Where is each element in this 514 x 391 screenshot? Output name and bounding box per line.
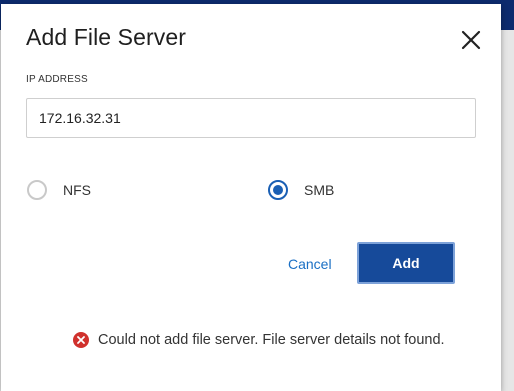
close-icon[interactable] [459, 28, 483, 52]
error-circle-icon [73, 332, 89, 348]
cancel-button[interactable]: Cancel [288, 256, 332, 272]
ip-address-label: IP ADDRESS [26, 74, 88, 85]
radio-nfs-label: NFS [63, 182, 91, 198]
radio-option-nfs[interactable]: NFS [27, 180, 91, 200]
add-file-server-dialog: Add File Server IP ADDRESS NFS SMB Cance… [1, 4, 501, 391]
ip-address-input[interactable] [26, 98, 476, 138]
radio-smb-indicator[interactable] [268, 180, 288, 200]
add-button[interactable]: Add [357, 242, 455, 284]
error-text: Could not add file server. File server d… [98, 332, 445, 348]
radio-smb-label: SMB [304, 182, 335, 198]
error-message: Could not add file server. File server d… [73, 332, 445, 348]
radio-option-smb[interactable]: SMB [268, 180, 334, 200]
dialog-title: Add File Server [26, 24, 187, 50]
radio-nfs-indicator[interactable] [27, 180, 47, 200]
